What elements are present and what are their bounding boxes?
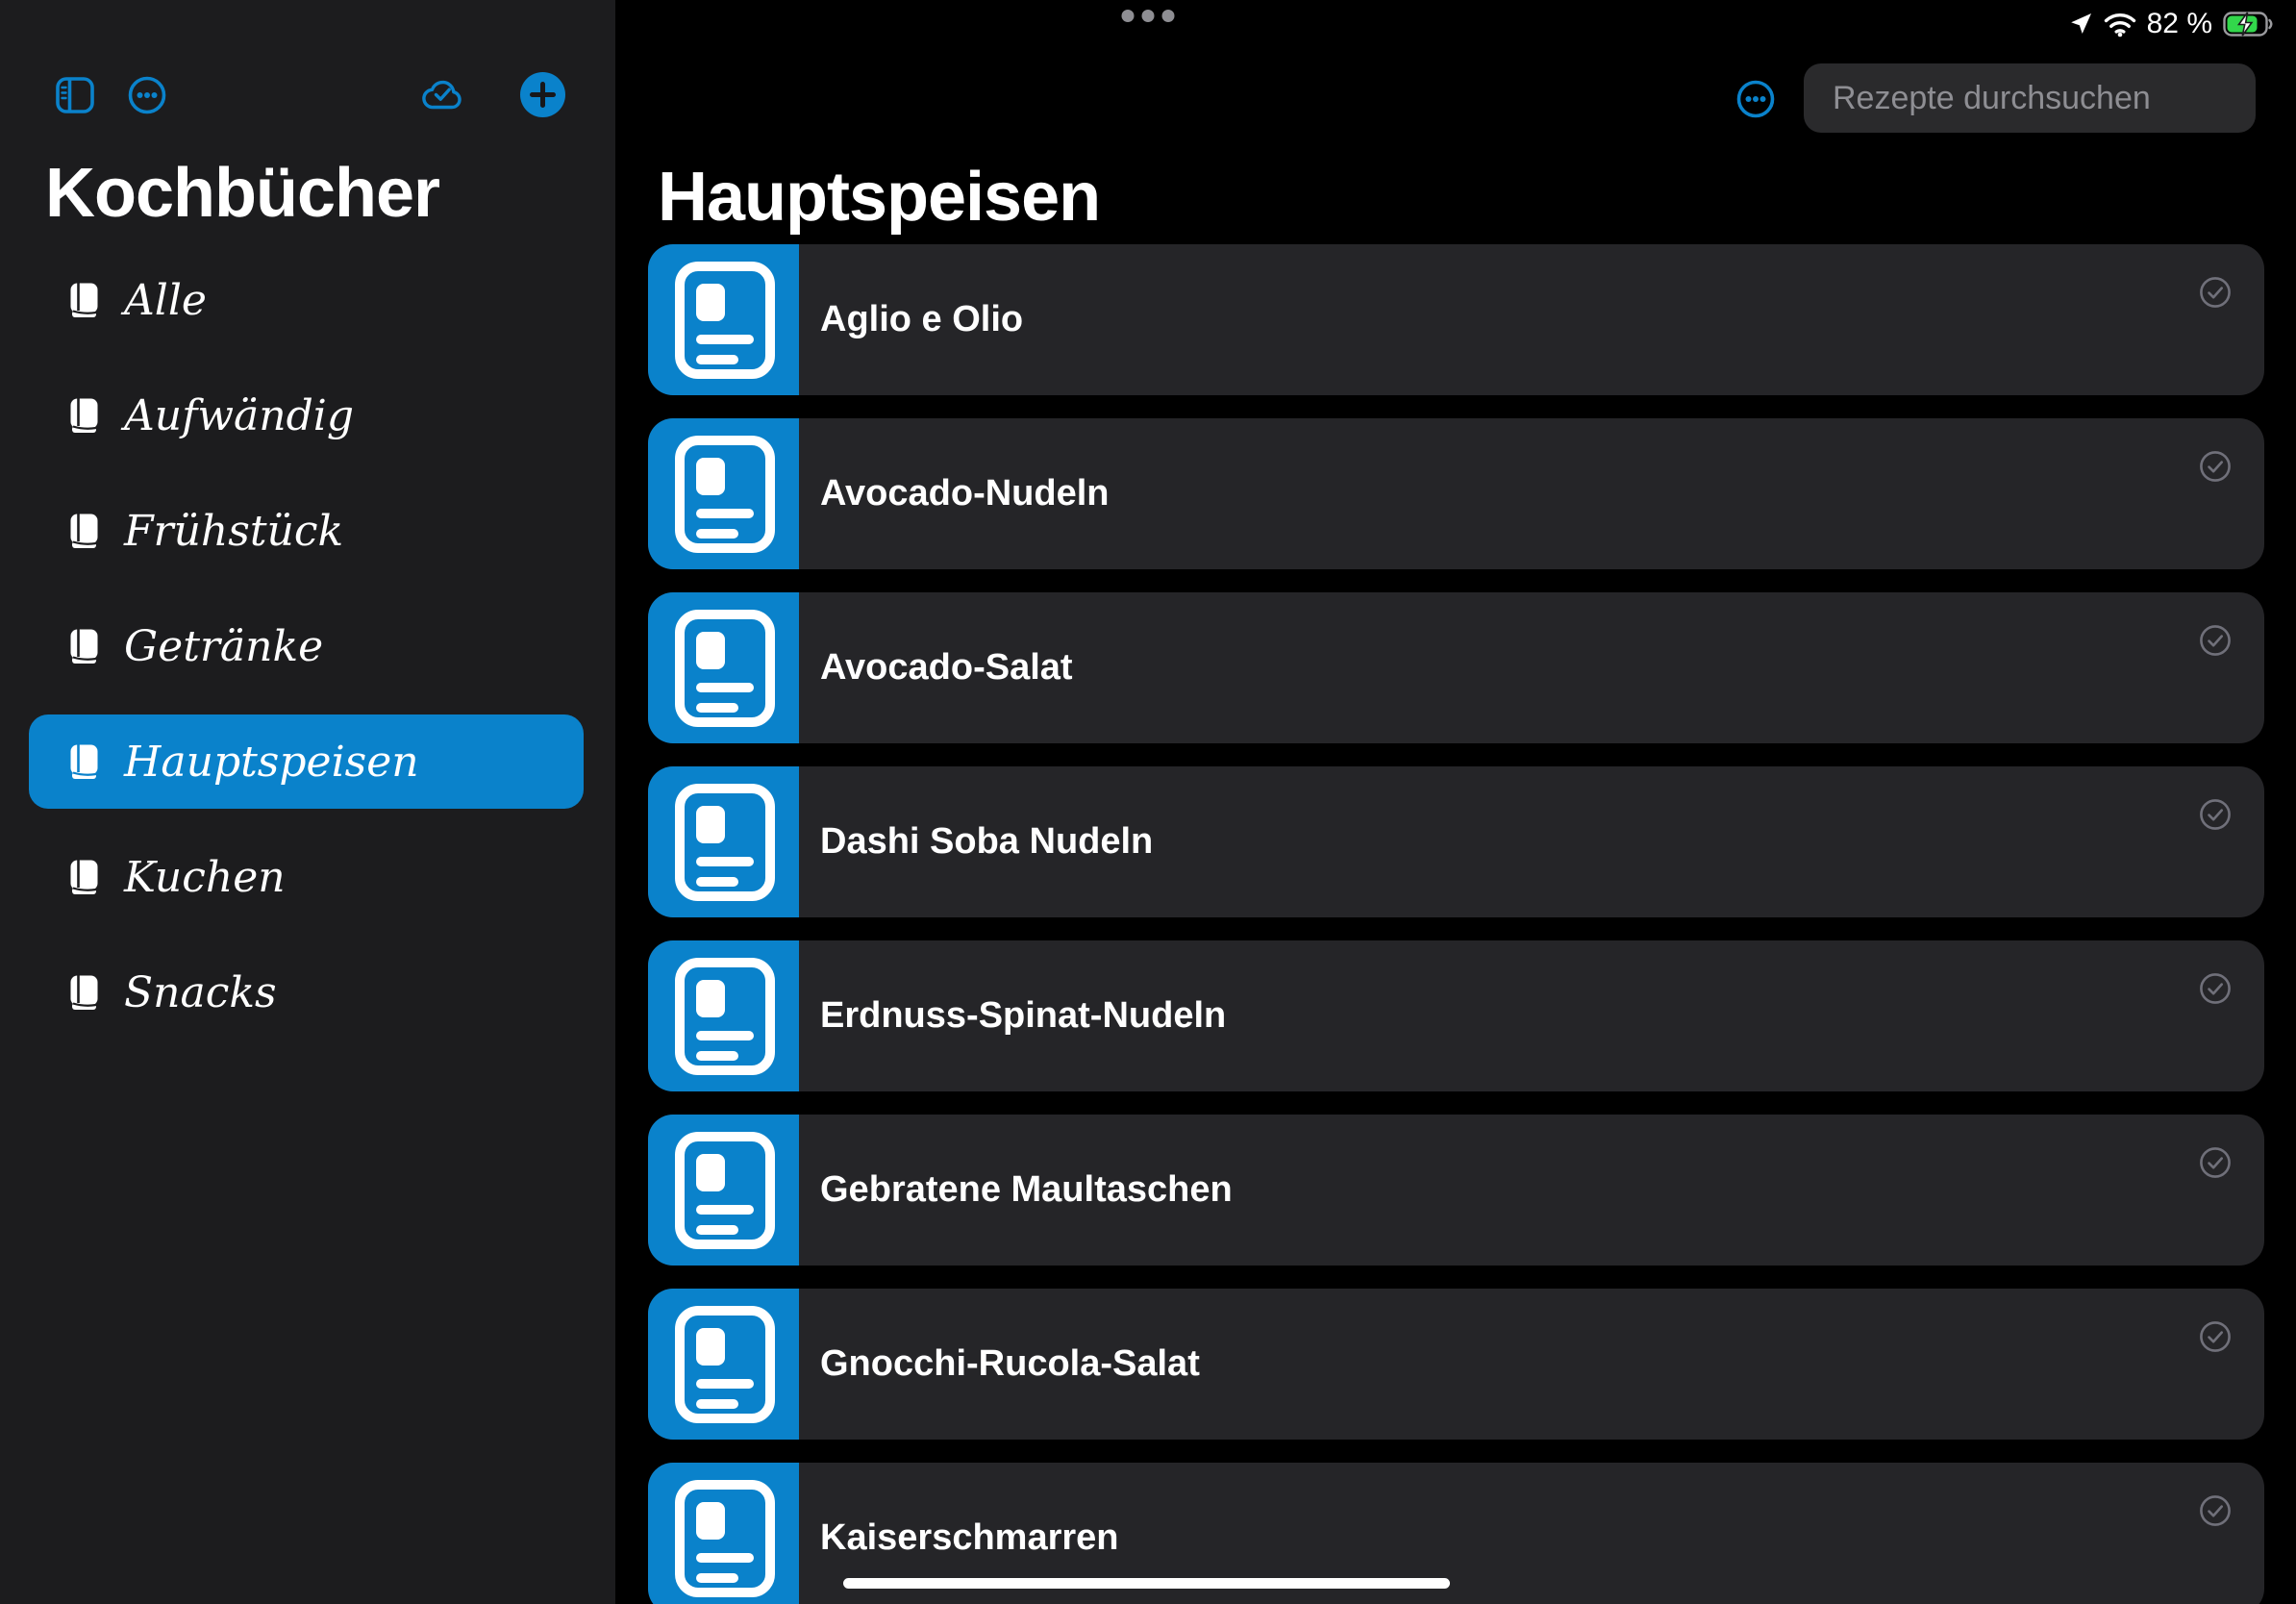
wifi-icon xyxy=(2104,12,2136,38)
recipe-title: Gebratene Maultaschen xyxy=(820,1169,1233,1211)
recipe-card-icon xyxy=(648,592,799,743)
recipe-thumbnail xyxy=(648,1463,799,1604)
list-more-button[interactable] xyxy=(1736,80,1775,118)
cookbook-label: Aufwändig xyxy=(124,391,354,440)
recipe-card-icon xyxy=(648,418,799,569)
check-circle-icon[interactable] xyxy=(2199,1494,2232,1527)
check-circle-icon[interactable] xyxy=(2199,624,2232,657)
recipe-card-icon xyxy=(648,1463,799,1604)
sidebar: Kochbücher Alle Aufwändig Frühstück xyxy=(0,0,615,1604)
status-bar: 82 % xyxy=(2068,8,2273,40)
recipe-title: Avocado-Salat xyxy=(820,647,1073,689)
sidebar-toggle-button[interactable] xyxy=(56,77,94,113)
cookbook-label: Kuchen xyxy=(124,853,286,902)
recipe-row[interactable]: Aglio e Olio xyxy=(648,244,2264,395)
location-arrow-icon xyxy=(2068,12,2093,37)
sidebar-item-getr-nke[interactable]: Getränke xyxy=(29,599,584,693)
recipe-thumbnail xyxy=(648,766,799,917)
book-icon xyxy=(69,514,99,549)
recipe-row[interactable]: Gnocchi-Rucola-Salat xyxy=(648,1289,2264,1440)
cookbook-label: Snacks xyxy=(124,968,277,1017)
recipe-thumbnail xyxy=(648,1115,799,1266)
sidebar-item-aufw-ndig[interactable]: Aufwändig xyxy=(29,368,584,463)
recipe-row[interactable]: Gebratene Maultaschen xyxy=(648,1115,2264,1266)
sidebar-title: Kochbücher xyxy=(45,154,439,233)
book-icon xyxy=(69,744,99,780)
ellipsis-circle-icon xyxy=(128,76,166,114)
check-circle-icon[interactable] xyxy=(2199,798,2232,831)
sidebar-item-fr-hst-ck[interactable]: Frühstück xyxy=(29,484,584,578)
recipe-row[interactable]: Dashi Soba Nudeln xyxy=(648,766,2264,917)
check-circle-icon[interactable] xyxy=(2199,450,2232,483)
recipe-card-icon xyxy=(648,244,799,395)
cookbook-label: Hauptspeisen xyxy=(124,738,419,787)
book-icon xyxy=(69,975,99,1011)
recipe-title: Kaiserschmarren xyxy=(820,1517,1119,1559)
recipe-title: Aglio e Olio xyxy=(820,299,1023,340)
recipe-list: Aglio e Olio Avocado-Nudeln xyxy=(648,244,2264,1604)
recipe-title: Erdnuss-Spinat-Nudeln xyxy=(820,995,1226,1037)
recipe-title: Dashi Soba Nudeln xyxy=(820,821,1153,863)
check-circle-icon[interactable] xyxy=(2199,276,2232,309)
battery-charging-icon xyxy=(2223,12,2273,37)
page-title: Hauptspeisen xyxy=(658,158,1100,237)
book-icon xyxy=(69,398,99,434)
book-icon xyxy=(69,860,99,895)
sidebar-item-hauptspeisen[interactable]: Hauptspeisen xyxy=(29,714,584,809)
cookbook-list: Alle Aufwändig Frühstück Getränke xyxy=(0,253,615,1061)
recipe-card-icon xyxy=(648,940,799,1091)
check-circle-icon[interactable] xyxy=(2199,1146,2232,1179)
recipe-thumbnail xyxy=(648,940,799,1091)
home-indicator[interactable] xyxy=(843,1578,1450,1589)
cookbook-label: Alle xyxy=(124,276,207,325)
recipe-card-icon xyxy=(648,1289,799,1440)
recipe-title: Gnocchi-Rucola-Salat xyxy=(820,1343,1200,1385)
recipe-row[interactable]: Avocado-Salat xyxy=(648,592,2264,743)
battery-percent: 82 % xyxy=(2147,8,2212,40)
recipe-thumbnail xyxy=(648,1289,799,1440)
sidebar-more-button[interactable] xyxy=(128,76,166,114)
check-circle-icon[interactable] xyxy=(2199,972,2232,1005)
recipe-row[interactable]: Avocado-Nudeln xyxy=(648,418,2264,569)
recipe-thumbnail xyxy=(648,418,799,569)
search-input[interactable] xyxy=(1833,80,2259,117)
plus-circle-icon xyxy=(520,72,565,117)
recipe-title: Avocado-Nudeln xyxy=(820,473,1110,514)
check-circle-icon[interactable] xyxy=(2199,1320,2232,1353)
cookbook-label: Getränke xyxy=(124,622,323,671)
ellipsis-circle-icon xyxy=(1736,80,1775,118)
sidebar-item-kuchen[interactable]: Kuchen xyxy=(29,830,584,924)
book-icon xyxy=(69,283,99,318)
multitask-handle[interactable] xyxy=(1122,10,1175,22)
recipe-card-icon xyxy=(648,1115,799,1266)
book-icon xyxy=(69,629,99,664)
cookbook-label: Frühstück xyxy=(124,507,343,556)
main-panel: 82 % Hauptspeisen xyxy=(615,0,2296,1604)
recipe-row[interactable]: Erdnuss-Spinat-Nudeln xyxy=(648,940,2264,1091)
recipe-thumbnail xyxy=(648,244,799,395)
add-cookbook-button[interactable] xyxy=(520,72,565,117)
recipe-thumbnail xyxy=(648,592,799,743)
cloud-check-icon xyxy=(420,78,464,113)
sidebar-item-alle[interactable]: Alle xyxy=(29,253,584,347)
search-bar xyxy=(1804,63,2256,133)
sidebar-item-snacks[interactable]: Snacks xyxy=(29,945,584,1040)
sidebar-toggle-icon xyxy=(56,77,94,113)
app-window: Kochbücher Alle Aufwändig Frühstück xyxy=(0,0,2296,1604)
recipe-card-icon xyxy=(648,766,799,917)
cloud-sync-button[interactable] xyxy=(420,78,464,113)
